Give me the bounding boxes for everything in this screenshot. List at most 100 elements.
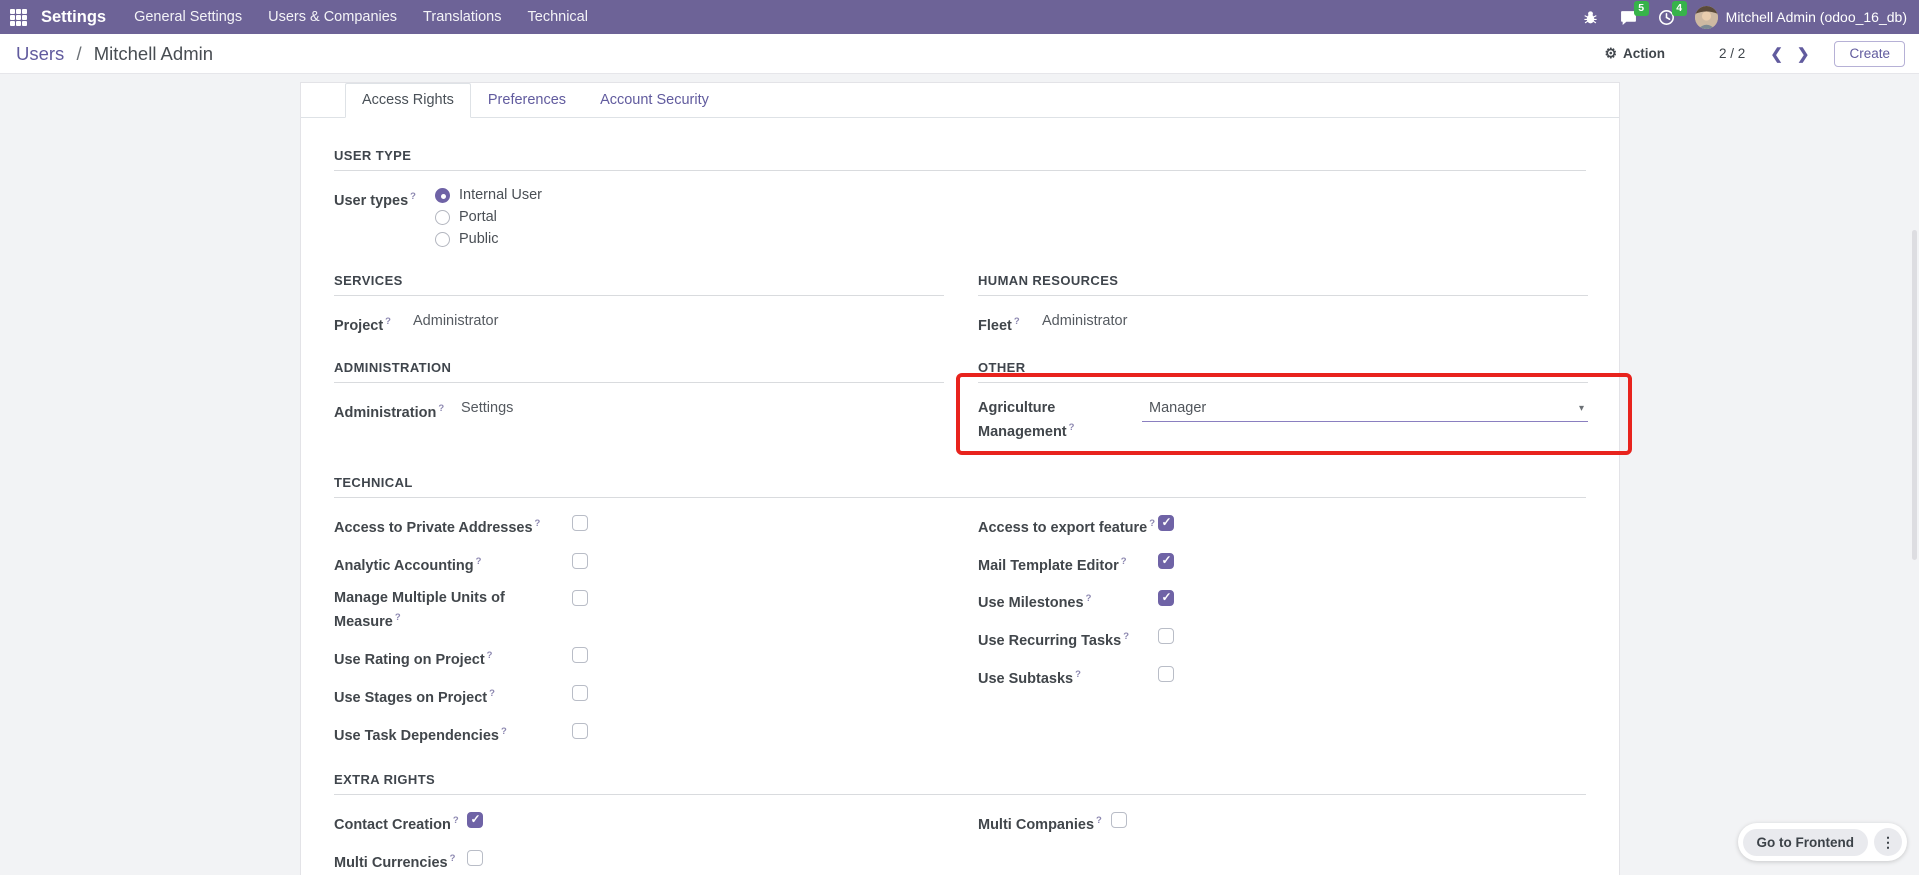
tab-preferences[interactable]: Preferences — [471, 83, 583, 118]
checkbox-access-private-addresses[interactable] — [572, 514, 588, 531]
breadcrumb: Users / Mitchell Admin — [16, 43, 213, 65]
help-icon: ? — [1123, 631, 1129, 643]
administration-value[interactable]: Settings — [461, 399, 513, 418]
checkbox-use-subtasks[interactable] — [1158, 666, 1174, 683]
agriculture-management-label: Agriculture Management? — [978, 399, 1075, 440]
help-icon: ? — [1085, 593, 1092, 605]
section-user-type: USER TYPE — [334, 148, 1586, 171]
checkbox-use-task-dependencies[interactable] — [572, 722, 588, 739]
field-access-export-feature: Access to export feature? — [978, 514, 1588, 538]
tab-access-rights[interactable]: Access Rights — [345, 83, 471, 118]
frontend-switcher: Go to Frontend ⋮ — [1737, 823, 1907, 861]
section-human-resources: HUMAN RESOURCES — [978, 273, 1588, 296]
menu-technical[interactable]: Technical — [528, 9, 588, 25]
checkbox-access-export-feature[interactable] — [1158, 514, 1174, 531]
user-types-label: User types? — [334, 191, 416, 209]
project-label: Project? — [334, 316, 391, 334]
menu-general-settings[interactable]: General Settings — [134, 9, 242, 25]
field-project: Project? Administrator — [334, 312, 944, 336]
breadcrumb-separator: / — [76, 42, 82, 64]
fleet-label: Fleet? — [978, 316, 1020, 334]
checkbox-manage-multiple-uom[interactable] — [572, 590, 588, 607]
odoo-settings-window: Settings General Settings Users & Compan… — [0, 0, 1919, 875]
administration-other-row: ADMINISTRATION Administration? Settings … — [334, 360, 1588, 459]
checkbox-use-recurring-tasks[interactable] — [1158, 628, 1174, 645]
field-manage-multiple-uom: Manage Multiple Units of Measure? — [334, 589, 944, 632]
checkbox-use-rating-project[interactable] — [572, 647, 588, 664]
checkbox-analytic-accounting[interactable] — [572, 552, 588, 569]
services-hr-row: SERVICES Project? Administrator HUMAN RE… — [334, 273, 1588, 350]
field-access-private-addresses: Access to Private Addresses? — [334, 514, 944, 538]
action-label: Action — [1623, 46, 1666, 61]
administration-column: ADMINISTRATION Administration? Settings — [334, 360, 944, 437]
field-use-milestones: Use Milestones? — [978, 589, 1588, 613]
pager-next-icon[interactable]: ❯ — [1790, 45, 1817, 63]
technical-right-column: Access to export feature? Mail Template … — [978, 514, 1588, 703]
access-rights-form: USER TYPE User types? Internal User Port… — [301, 118, 1619, 875]
checkbox-use-milestones[interactable] — [1158, 590, 1174, 607]
field-use-stages-project: Use Stages on Project? — [334, 684, 944, 708]
help-icon: ? — [452, 814, 459, 826]
gear-icon: ⚙ — [1604, 45, 1618, 61]
radio-public[interactable]: Public — [435, 231, 542, 247]
field-fleet: Fleet? Administrator — [978, 312, 1588, 336]
radio-internal-user[interactable]: Internal User — [435, 187, 542, 203]
administration-label: Administration? — [334, 402, 445, 421]
control-panel: Users / Mitchell Admin ⚙ Action 2 / 2 ❮ … — [0, 34, 1919, 74]
messages-icon[interactable]: 5 — [1619, 1, 1649, 27]
technical-left-column: Access to Private Addresses? Analytic Ac… — [334, 514, 944, 760]
action-menu-button[interactable]: ⚙ Action — [1604, 45, 1665, 62]
help-icon: ? — [438, 402, 445, 414]
breadcrumb-current: Mitchell Admin — [93, 42, 213, 64]
section-technical: TECHNICAL — [334, 475, 1586, 498]
agriculture-management-dropdown[interactable]: Manager ▾ — [1142, 399, 1588, 422]
navbar-left: Settings General Settings Users & Compan… — [10, 8, 614, 27]
go-to-frontend-button[interactable]: Go to Frontend — [1742, 828, 1868, 856]
vertical-scrollbar[interactable] — [1912, 230, 1917, 560]
technical-grid: Access to Private Addresses? Analytic Ac… — [334, 514, 1586, 760]
radio-portal[interactable]: Portal — [435, 209, 542, 225]
user-avatar — [1694, 5, 1718, 29]
fleet-value[interactable]: Administrator — [1042, 312, 1127, 331]
radio-public-input[interactable] — [435, 231, 450, 247]
project-value[interactable]: Administrator — [413, 312, 498, 331]
help-icon: ? — [410, 191, 416, 202]
activities-clock-icon[interactable]: 4 — [1657, 1, 1687, 27]
help-icon: ? — [1068, 421, 1075, 433]
activities-badge: 4 — [1671, 1, 1687, 16]
field-mail-template-editor: Mail Template Editor? — [978, 552, 1588, 576]
help-icon: ? — [1075, 669, 1081, 681]
help-icon: ? — [489, 688, 495, 700]
breadcrumb-users-link[interactable]: Users — [16, 43, 64, 64]
apps-menu-icon[interactable] — [10, 8, 27, 26]
section-services: SERVICES — [334, 273, 944, 296]
field-use-task-dependencies: Use Task Dependencies? — [334, 722, 944, 746]
help-icon: ? — [486, 650, 493, 662]
field-agriculture-management: Agriculture Management? Manager ▾ — [978, 399, 1588, 445]
menu-users-companies[interactable]: Users & Companies — [268, 9, 397, 25]
tab-account-security[interactable]: Account Security — [583, 83, 726, 118]
checkbox-multi-currencies[interactable] — [467, 849, 483, 866]
section-administration: ADMINISTRATION — [334, 360, 944, 383]
kebab-menu-icon[interactable]: ⋮ — [1874, 828, 1902, 856]
section-extra-rights: EXTRA RIGHTS — [334, 772, 1586, 795]
menu-translations[interactable]: Translations — [423, 9, 501, 25]
control-panel-right: ⚙ Action 2 / 2 ❮ ❯ Create — [1604, 40, 1905, 67]
services-column: SERVICES Project? Administrator — [334, 273, 944, 350]
form-sheet: Access Rights Preferences Account Securi… — [300, 82, 1620, 875]
field-multi-companies: Multi Companies? — [978, 811, 1588, 835]
checkbox-use-stages-project[interactable] — [572, 685, 588, 702]
checkbox-mail-template-editor[interactable] — [1158, 552, 1174, 569]
radio-internal-user-input[interactable] — [435, 187, 450, 203]
user-menu[interactable]: Mitchell Admin (odoo_16_db) — [1694, 5, 1907, 29]
debug-bug-icon[interactable] — [1581, 7, 1601, 27]
pager-previous-icon[interactable]: ❮ — [1763, 45, 1790, 63]
field-user-types: User types? Internal User Portal Public — [334, 187, 1586, 247]
create-button[interactable]: Create — [1834, 40, 1905, 67]
human-resources-column: HUMAN RESOURCES Fleet? Administrator — [978, 273, 1588, 350]
app-name-settings[interactable]: Settings — [41, 8, 106, 27]
checkbox-multi-companies[interactable] — [1111, 811, 1127, 828]
help-icon: ? — [475, 555, 482, 567]
radio-portal-input[interactable] — [435, 209, 450, 225]
checkbox-contact-creation[interactable] — [467, 811, 483, 828]
